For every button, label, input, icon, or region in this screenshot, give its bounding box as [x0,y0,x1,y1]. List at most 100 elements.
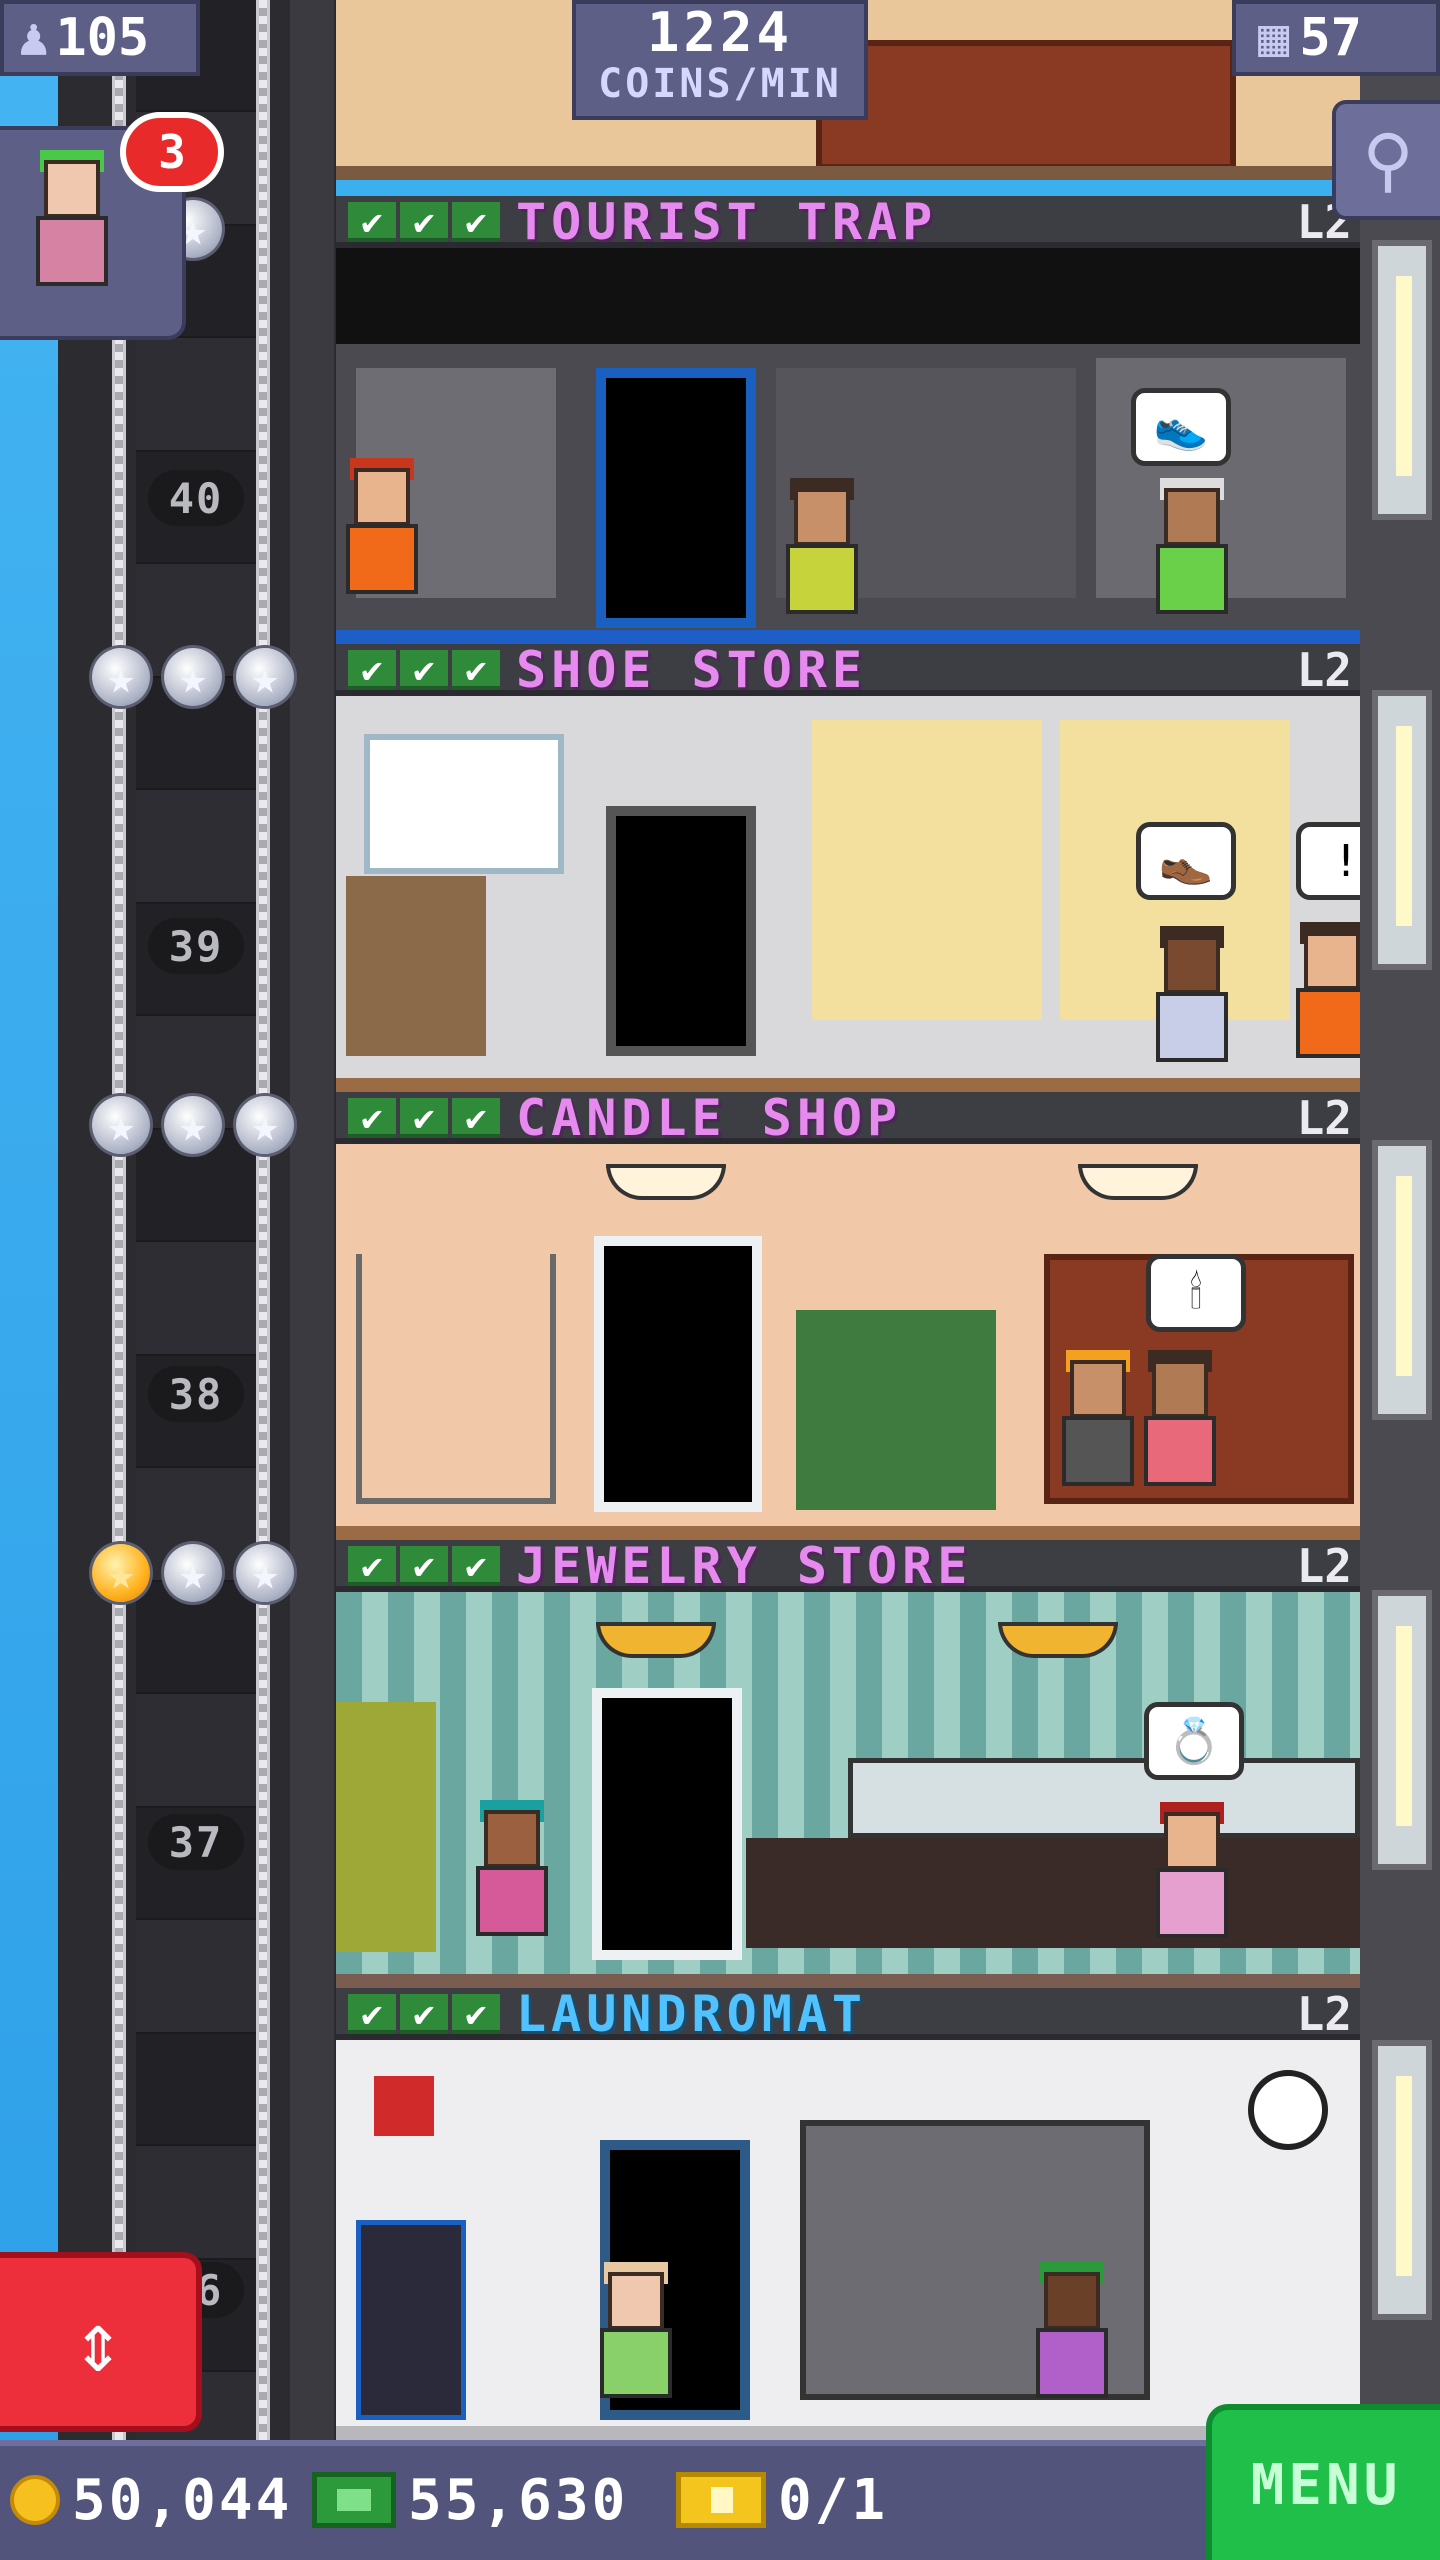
chandelier [998,1622,1118,1658]
person-icon: ♟ [18,8,50,68]
shoe-poster [364,734,564,874]
floor-stars: ★ ★ ★ [92,1096,294,1154]
elevator-cable-left [112,0,126,2440]
bux-icon [312,2472,396,2528]
floor-level: L2 [1296,1987,1352,2041]
ceiling-lamp [606,1164,726,1200]
floor-title-bar: ✔ ✔ ✔ LAUNDROMAT L2 [336,1985,1360,2043]
population-counter[interactable]: ♟ 105 [0,0,200,76]
floor-name: TOURIST TRAP [516,193,938,251]
vending-machine [356,2220,466,2420]
window [1372,2040,1432,2320]
star-icon: ★ [164,1544,222,1602]
check-icon: ✔ [452,650,500,691]
check-icon: ✔ [348,1546,396,1587]
speech-bubble[interactable]: ! [1296,822,1360,900]
floor-laundromat[interactable]: ✔ ✔ ✔ LAUNDROMAT L2 [336,1985,1360,2440]
floor-title-bar: ✔ ✔ ✔ CANDLE SHOP L2 [336,1089,1360,1147]
ticket-icon [676,2472,766,2528]
stock-checks: ✔ ✔ ✔ [348,1994,500,2035]
check-icon: ✔ [400,1098,448,1139]
floor-title-bar: ✔ ✔ ✔ JEWELRY STORE L2 [336,1537,1360,1595]
bux-value: 55,630 [408,2467,629,2533]
floor-candle-shop[interactable]: ✔ ✔ ✔ CANDLE SHOP L2 🕯 [336,1089,1360,1540]
floor-level: L2 [1296,1091,1352,1145]
stock-checks: ✔ ✔ ✔ [348,1546,500,1587]
stock-checks: ✔ ✔ ✔ [348,650,500,691]
floor-title-bar: ✔ ✔ ✔ TOURIST TRAP L2 [336,193,1360,251]
floor-jewelry-store[interactable]: ✔ ✔ ✔ JEWELRY STORE L2 💍 [336,1537,1360,1988]
menu-button[interactable]: MENU [1206,2404,1440,2560]
check-icon: ✔ [348,1098,396,1139]
window [1372,1140,1432,1420]
coins-per-minute-value: 1224 [646,1,794,64]
bux-display[interactable]: 55,630 [312,2440,628,2560]
speech-bubble[interactable]: 👟 [1131,388,1231,466]
tickets-value: 0/1 [778,2467,889,2533]
elevator-floor-number: 38 [148,1366,244,1422]
speech-bubble[interactable]: 💍 [1144,1702,1244,1780]
jewelry-counter [746,1838,1360,1948]
coins-value: 50,044 [72,2467,293,2533]
wall-clock [1248,2070,1328,2150]
star-icon: ★ [92,1544,150,1602]
menu-label: MENU [1250,2452,1402,2518]
star-icon: ★ [236,1096,294,1154]
candle-shelf-left [356,1254,556,1504]
star-icon: ★ [236,648,294,706]
stock-checks: ✔ ✔ ✔ [348,202,500,243]
room-interior: 🕯 [336,1144,1360,1540]
floor-level: L2 [1296,1539,1352,1593]
check-icon: ✔ [400,202,448,243]
tickets-display[interactable]: 0/1 [676,2440,888,2560]
star-icon: ★ [164,648,222,706]
elevator-shaft[interactable] [136,0,256,2440]
shoe-box-stack [346,876,486,1056]
shoe-wall-display-left [812,720,1042,1020]
coins-per-minute-panel[interactable]: 1224 COINS/MIN [572,0,868,120]
door[interactable] [594,1236,762,1512]
check-icon: ✔ [452,1098,500,1139]
population-value: 105 [55,8,150,68]
speech-bubble[interactable]: 🕯 [1146,1254,1246,1332]
jewelry-glass-case [848,1758,1360,1838]
elevator-column [290,0,334,2440]
floor-count-value: 57 [1299,8,1362,68]
plant [336,1702,436,1952]
star-icon: ★ [236,1544,294,1602]
souvenir-top-shelf [336,248,1360,344]
floor-name: JEWELRY STORE [516,1537,973,1595]
door[interactable] [606,806,756,1056]
chandelier [596,1622,716,1658]
check-icon: ✔ [400,1994,448,2035]
elevator-button[interactable]: ⇕ [0,2252,202,2432]
search-button[interactable]: ⚲ [1332,100,1440,220]
display-shelf [816,40,1236,170]
elevator-floor-number: 40 [148,470,244,526]
elevator-floor-number: 39 [148,918,244,974]
floor-name: CANDLE SHOP [516,1089,903,1147]
stock-checks: ✔ ✔ ✔ [348,1098,500,1139]
sky [0,0,58,2440]
check-icon: ✔ [400,650,448,691]
up-down-arrows-icon: ⇕ [72,2293,124,2391]
check-icon: ✔ [452,1994,500,2035]
elevator-floor-number: 37 [148,1814,244,1870]
door[interactable] [592,1688,742,1960]
room-interior: 💍 [336,1592,1360,1988]
elevator-cable-right [256,0,270,2440]
window [1372,240,1432,520]
floor-tourist-trap[interactable]: ✔ ✔ ✔ TOURIST TRAP L2 👟 [336,193,1360,644]
coins-display[interactable]: 50,044 [10,2440,292,2560]
window [1372,690,1432,970]
speech-bubble[interactable]: 👞 [1136,822,1236,900]
floor-level: L2 [1296,643,1352,697]
magnifier-icon: ⚲ [1362,119,1414,201]
check-icon: ✔ [400,1546,448,1587]
check-icon: ✔ [348,1994,396,2035]
check-icon: ✔ [452,1546,500,1587]
floor-count-panel[interactable]: ▦ 57 [1232,0,1440,76]
door[interactable] [596,368,756,628]
building-icon: ▦ [1258,8,1290,68]
floor-shoe-store[interactable]: ✔ ✔ ✔ SHOE STORE L2 👞 ! [336,641,1360,1092]
